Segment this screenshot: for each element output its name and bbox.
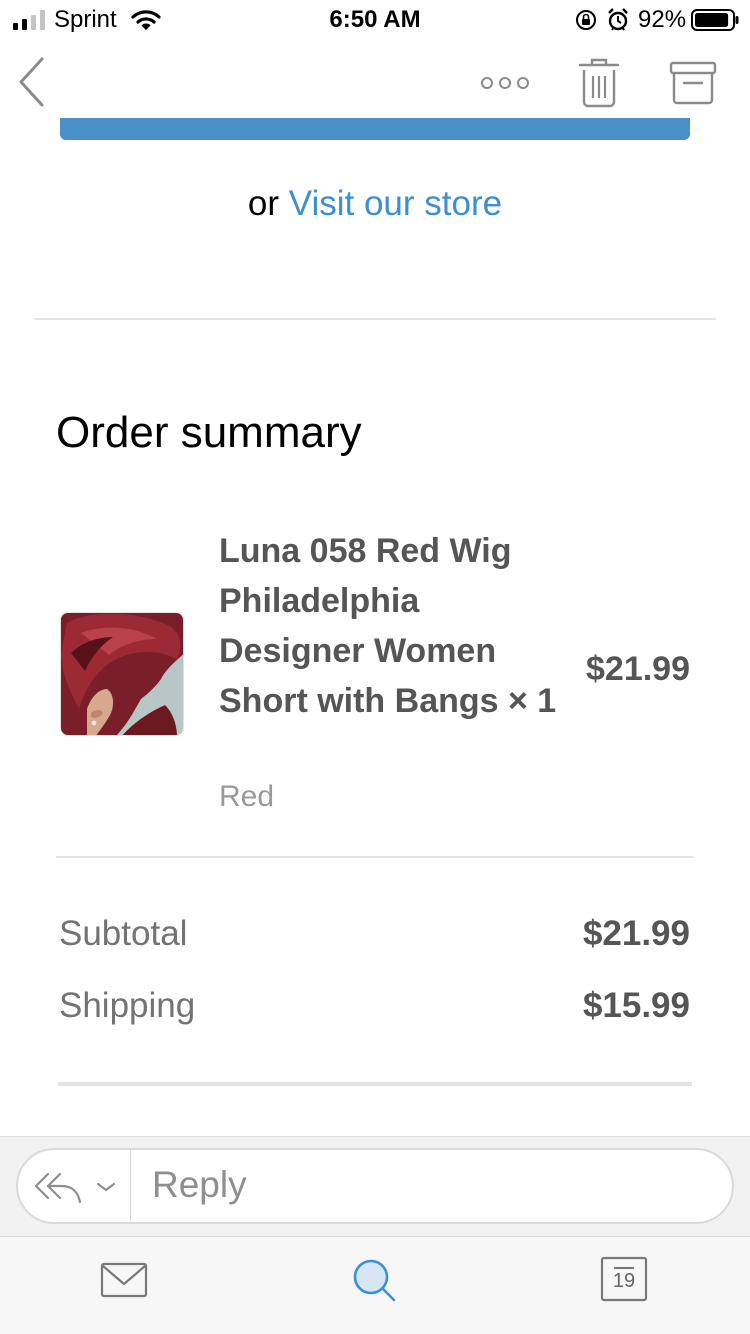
status-bar: Sprint 6:50 AM 92% — [0, 0, 750, 42]
battery-icon — [691, 9, 739, 31]
visit-store-link[interactable]: Visit our store — [289, 184, 502, 223]
section-divider — [58, 1082, 692, 1086]
shipping-label: Shipping — [59, 986, 196, 1025]
product-variant: Red — [219, 780, 275, 813]
mail-icon[interactable] — [100, 1262, 148, 1298]
reply-field[interactable] — [16, 1148, 734, 1224]
order-summary-title: Order summary — [56, 408, 362, 457]
subtotal-value: $21.99 — [582, 914, 690, 953]
reply-input[interactable]: Reply — [152, 1164, 247, 1206]
or-text: or — [247, 184, 280, 223]
product-image — [60, 612, 184, 736]
reply-arrow-icon[interactable] — [34, 1168, 82, 1206]
reply-separator — [130, 1150, 131, 1222]
calendar-day: 19 — [612, 1270, 636, 1292]
orientation-lock-icon — [576, 10, 596, 30]
trash-icon[interactable] — [578, 58, 620, 108]
section-divider — [34, 318, 716, 320]
search-icon[interactable] — [350, 1257, 398, 1303]
more-icon[interactable] — [480, 74, 530, 92]
product-name: Luna 058 Red Wig Philadelphia Designer W… — [219, 532, 557, 720]
shipping-value: $15.99 — [582, 986, 690, 1025]
section-divider — [56, 856, 694, 858]
archive-icon[interactable] — [668, 60, 718, 106]
view-order-button[interactable] — [60, 118, 690, 140]
visit-store-line: or Visit our store — [0, 184, 750, 224]
alarm-icon — [608, 8, 628, 31]
chevron-left-icon[interactable] — [16, 56, 46, 108]
battery-percentage: 92% — [638, 6, 687, 33]
chevron-down-icon[interactable] — [95, 1180, 117, 1194]
product-price: $21.99 — [586, 650, 690, 688]
subtotal-label: Subtotal — [59, 914, 188, 953]
